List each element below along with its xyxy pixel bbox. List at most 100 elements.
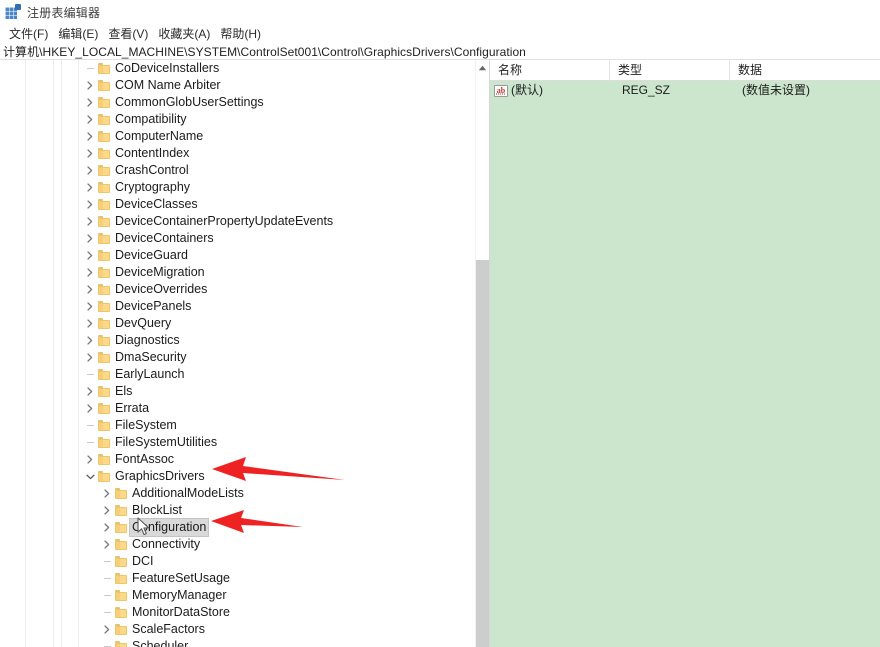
folder-icon [98, 80, 111, 91]
menu-item-file[interactable]: 文件(F) [4, 25, 53, 43]
menu-item-help[interactable]: 帮助(H) [215, 25, 266, 43]
registry-values-pane[interactable]: 名称 类型 数据 ab (默认) REG_SZ (数值未设置) [489, 59, 880, 647]
tree-item-label: Configuration [128, 518, 210, 537]
menu-item-edit[interactable]: 编辑(E) [53, 25, 103, 43]
tree-item-earlylaunch[interactable]: EarlyLaunch [0, 366, 475, 383]
chevron-right-icon[interactable] [83, 230, 97, 247]
tree-item-els[interactable]: Els [0, 383, 475, 400]
tree-item-label: CoDeviceInstallers [115, 61, 220, 75]
tree-item-cryptography[interactable]: Cryptography [0, 179, 475, 196]
tree-item-scalefactors[interactable]: ScaleFactors [0, 621, 475, 638]
tree-item-devicemigration[interactable]: DeviceMigration [0, 264, 475, 281]
tree-item-deviceguard[interactable]: DeviceGuard [0, 247, 475, 264]
tree-item-dmasecurity[interactable]: DmaSecurity [0, 349, 475, 366]
tree-item-label: DeviceClasses [115, 197, 198, 211]
folder-icon [98, 131, 111, 142]
tree-item-fontassoc[interactable]: FontAssoc [0, 451, 475, 468]
value-data-cell: (数值未设置) [742, 83, 810, 97]
chevron-right-icon[interactable] [100, 621, 114, 638]
address-bar[interactable]: 计算机\HKEY_LOCAL_MACHINE\SYSTEM\ControlSet… [0, 43, 880, 60]
folder-icon [115, 624, 128, 635]
tree-item-devquery[interactable]: DevQuery [0, 315, 475, 332]
tree-item-com-name-arbiter[interactable]: COM Name Arbiter [0, 77, 475, 94]
tree-item-graphicsdrivers[interactable]: GraphicsDrivers [0, 468, 475, 485]
tree-item-label: FileSystem [115, 418, 177, 432]
menu-item-favorites[interactable]: 收藏夹(A) [153, 25, 215, 43]
tree-item-featuresetusage[interactable]: FeatureSetUsage [0, 570, 475, 587]
chevron-right-icon[interactable] [83, 451, 97, 468]
chevron-right-icon[interactable] [83, 383, 97, 400]
values-column-header: 名称 类型 数据 [490, 59, 880, 81]
column-header-name[interactable]: 名称 [490, 59, 610, 81]
chevron-right-icon[interactable] [83, 77, 97, 94]
tree-item-blocklist[interactable]: BlockList [0, 502, 475, 519]
chevron-right-icon[interactable] [83, 349, 97, 366]
tree-item-filesystem[interactable]: FileSystem [0, 417, 475, 434]
column-header-type[interactable]: 类型 [610, 59, 730, 81]
chevron-right-icon[interactable] [100, 485, 114, 502]
tree-item-connectivity[interactable]: Connectivity [0, 536, 475, 553]
tree-item-dci[interactable]: DCI [0, 553, 475, 570]
tree-item-label: ComputerName [115, 129, 204, 143]
chevron-down-icon[interactable] [83, 468, 97, 485]
tree-item-codeviceinstallers[interactable]: CoDeviceInstallers [0, 60, 475, 77]
tree-item-monitordatastore[interactable]: MonitorDataStore [0, 604, 475, 621]
chevron-right-icon[interactable] [83, 179, 97, 196]
tree-item-devicecontainers[interactable]: DeviceContainers [0, 230, 475, 247]
tree-item-label: ContentIndex [115, 146, 190, 160]
tree-item-diagnostics[interactable]: Diagnostics [0, 332, 475, 349]
chevron-right-icon[interactable] [83, 247, 97, 264]
tree-item-memorymanager[interactable]: MemoryManager [0, 587, 475, 604]
tree-item-crashcontrol[interactable]: CrashControl [0, 162, 475, 179]
column-header-data[interactable]: 数据 [730, 60, 880, 81]
scroll-up-arrow-icon[interactable] [476, 60, 489, 75]
folder-icon [98, 216, 111, 227]
tree-item-computername[interactable]: ComputerName [0, 128, 475, 145]
chevron-right-icon[interactable] [83, 128, 97, 145]
folder-icon [115, 607, 128, 618]
tree-item-scheduler[interactable]: Scheduler [0, 638, 475, 647]
registry-tree-pane[interactable]: CoDeviceInstallers COM Name Arbiter Common… [0, 60, 475, 647]
tree-item-label: COM Name Arbiter [115, 78, 221, 92]
chevron-right-icon[interactable] [100, 519, 114, 536]
tree-item-label: DeviceContainers [115, 231, 214, 245]
chevron-right-icon[interactable] [83, 94, 97, 111]
tree-item-devicepanels[interactable]: DevicePanels [0, 298, 475, 315]
chevron-right-icon[interactable] [83, 315, 97, 332]
tree-item-contentindex[interactable]: ContentIndex [0, 145, 475, 162]
tree-item-devicecontainerpropertyupdateevents[interactable]: DeviceContainerPropertyUpdateEvents [0, 213, 475, 230]
folder-icon [115, 522, 128, 533]
scrollbar-thumb[interactable] [476, 260, 489, 647]
tree-item-label: FileSystemUtilities [115, 435, 218, 449]
chevron-right-icon[interactable] [83, 162, 97, 179]
chevron-right-icon[interactable] [100, 536, 114, 553]
tree-leaf-connector-icon [83, 417, 97, 434]
chevron-right-icon[interactable] [100, 502, 114, 519]
chevron-right-icon[interactable] [83, 400, 97, 417]
tree-item-additionalmodelists[interactable]: AdditionalModeLists [0, 485, 475, 502]
main-panes: CoDeviceInstallers COM Name Arbiter Common… [0, 59, 880, 647]
chevron-right-icon[interactable] [83, 281, 97, 298]
tree-item-configuration[interactable]: Configuration [0, 518, 475, 537]
tree-item-label: EarlyLaunch [115, 367, 185, 381]
chevron-right-icon[interactable] [83, 332, 97, 349]
tree-item-commonglobusersettings[interactable]: CommonGlobUserSettings [0, 94, 475, 111]
menu-item-view[interactable]: 查看(V) [103, 25, 153, 43]
value-name-cell: ab (默认) [494, 81, 543, 100]
tree-item-deviceoverrides[interactable]: DeviceOverrides [0, 281, 475, 298]
chevron-right-icon[interactable] [83, 298, 97, 315]
tree-item-errata[interactable]: Errata [0, 400, 475, 417]
chevron-right-icon[interactable] [83, 111, 97, 128]
chevron-right-icon[interactable] [83, 213, 97, 230]
value-row[interactable]: ab (默认) REG_SZ (数值未设置) [490, 81, 880, 100]
tree-item-filesystemutilities[interactable]: FileSystemUtilities [0, 434, 475, 451]
tree-item-deviceclasses[interactable]: DeviceClasses [0, 196, 475, 213]
tree-item-label: MemoryManager [132, 588, 227, 602]
chevron-right-icon[interactable] [83, 196, 97, 213]
chevron-right-icon[interactable] [83, 264, 97, 281]
chevron-right-icon[interactable] [83, 145, 97, 162]
tree-item-label: DmaSecurity [115, 350, 187, 364]
tree-item-label: CommonGlobUserSettings [115, 95, 264, 109]
tree-item-compatibility[interactable]: Compatibility [0, 111, 475, 128]
tree-scrollbar[interactable] [475, 60, 489, 647]
